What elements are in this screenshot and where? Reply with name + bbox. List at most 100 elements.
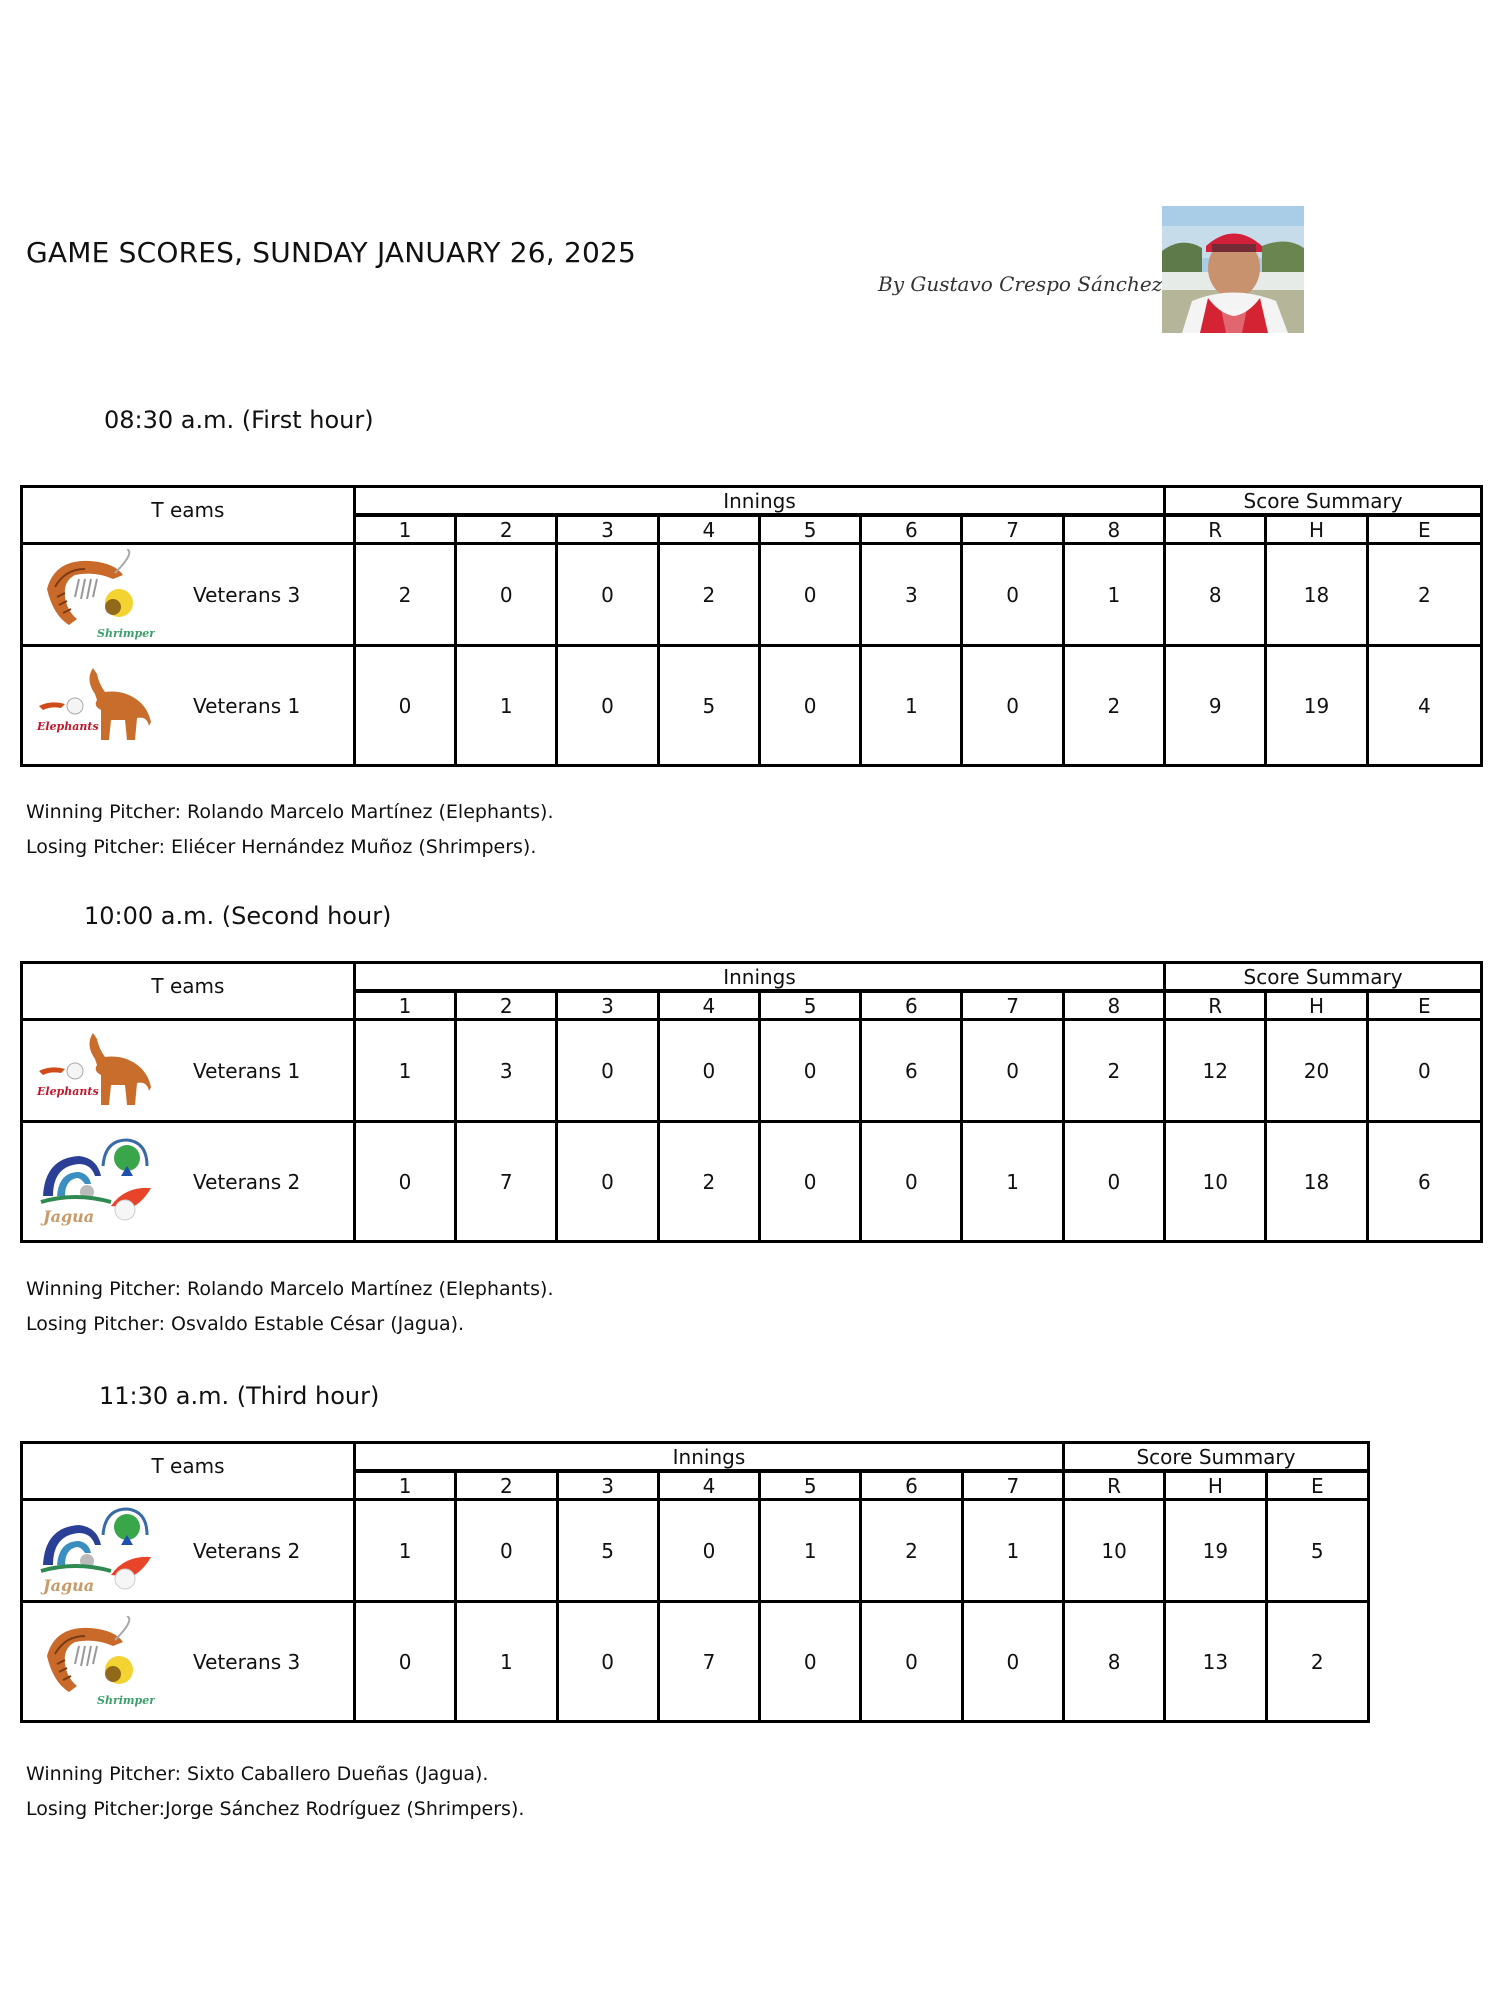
inning-score: 2 [1061, 644, 1167, 767]
winning-pitcher: Winning Pitcher: Sixto Caballero Dueñas … [26, 1763, 489, 1785]
inning-score: 0 [859, 1600, 964, 1723]
inning-score: 0 [555, 1018, 660, 1123]
errors-total: 2 [1264, 1600, 1371, 1723]
table-row: Shrimpers Veterans 3 0 1 0 7 0 0 0 8 13 … [20, 1600, 1371, 1723]
inning-score: 0 [454, 542, 559, 647]
inning-header: 3 [555, 1469, 660, 1501]
inning-score: 1 [1061, 542, 1167, 647]
teams-header: T eams [20, 485, 356, 545]
inning-score: 0 [352, 644, 458, 767]
inning-header: 4 [656, 989, 761, 1021]
innings-header: Innings [352, 961, 1167, 993]
inning-score: 0 [757, 644, 863, 767]
errors-total: 6 [1365, 1120, 1484, 1243]
inning-header: 4 [656, 513, 761, 545]
inning-header: 1 [352, 989, 458, 1021]
inning-score: 2 [352, 542, 458, 647]
team-name: Veterans 3 [193, 1649, 301, 1674]
score-summary-header: Score Summary [1163, 485, 1483, 517]
jagua-logo-icon: Jagua [40, 1506, 151, 1595]
runs-total: 12 [1163, 1018, 1268, 1123]
inning-score: 0 [758, 1600, 863, 1723]
game-time-heading: 08:30 a.m. (First hour) [104, 406, 374, 434]
inning-header: 7 [960, 989, 1065, 1021]
inning-score: 0 [1061, 1120, 1167, 1243]
inning-score: 1 [758, 1498, 863, 1603]
inning-score: 2 [1061, 1018, 1167, 1123]
losing-pitcher: Losing Pitcher: Eliécer Hernández Muñoz … [26, 836, 537, 858]
inning-header: 8 [1061, 513, 1167, 545]
inning-score: 6 [859, 1018, 964, 1123]
inning-score: 0 [352, 1120, 458, 1243]
inning-header: 5 [758, 1469, 863, 1501]
inning-score: 0 [960, 1018, 1065, 1123]
errors-total: 2 [1365, 542, 1484, 647]
inning-header: 2 [454, 1469, 559, 1501]
table-row: Shrimpers Veterans 3 2 0 0 2 0 3 0 1 8 1… [20, 542, 1484, 647]
runs-total: 10 [1061, 1498, 1167, 1603]
table-row: Jagua Veterans 2 1 0 5 0 1 2 1 10 19 5 [20, 1498, 1371, 1603]
inning-score: 2 [656, 542, 761, 647]
byline: By Gustavo Crespo Sánchez [878, 272, 1163, 296]
box-score-table: T eams Innings Score Summary 1 2 3 4 5 6… [20, 1441, 1371, 1723]
inning-header: 6 [859, 513, 964, 545]
team-cell: Shrimpers Veterans 3 [20, 542, 356, 647]
inning-score: 0 [757, 1120, 863, 1243]
score-summary-header: Score Summary [1163, 961, 1483, 993]
shrimpers-logo-icon: Shrimpers [47, 548, 155, 640]
inning-score: 0 [555, 644, 660, 767]
winning-pitcher: Winning Pitcher: Rolando Marcelo Martíne… [26, 1278, 554, 1300]
team-name: Veterans 1 [193, 693, 301, 718]
inning-header: 2 [454, 989, 559, 1021]
inning-score: 1 [454, 1600, 559, 1723]
inning-score: 7 [656, 1600, 762, 1723]
inning-header: 8 [1061, 989, 1167, 1021]
team-name: Veterans 1 [193, 1058, 301, 1083]
runs-total: 10 [1163, 1120, 1268, 1243]
runs-total: 8 [1061, 1600, 1167, 1723]
losing-pitcher: Losing Pitcher: Osvaldo Estable César (J… [26, 1313, 465, 1335]
hits-total: 18 [1264, 542, 1369, 647]
inning-score: 5 [656, 644, 761, 767]
inning-score: 1 [454, 644, 559, 767]
inning-header: 3 [555, 989, 660, 1021]
author-photo [1162, 206, 1304, 333]
team-name: Veterans 2 [193, 1169, 301, 1194]
box-score-table: T eams Innings Score Summary 1 2 3 4 5 6… [20, 485, 1484, 767]
errors-header: E [1365, 513, 1484, 545]
losing-pitcher: Losing Pitcher:Jorge Sánchez Rodríguez (… [26, 1798, 525, 1820]
inning-header: 5 [757, 989, 863, 1021]
innings-header: Innings [352, 1441, 1065, 1473]
inning-score: 0 [859, 1120, 964, 1243]
inning-header: 7 [960, 1469, 1065, 1501]
inning-header: 3 [555, 513, 660, 545]
logo-text: Jagua [40, 1207, 94, 1226]
inning-score: 2 [859, 1498, 964, 1603]
runs-header: R [1163, 513, 1268, 545]
runs-total: 9 [1163, 644, 1268, 767]
inning-score: 0 [757, 542, 863, 647]
inning-header: 7 [960, 513, 1065, 545]
team-cell: Shrimpers Veterans 3 [20, 1600, 356, 1723]
team-cell: Jagua Veterans 2 [20, 1120, 356, 1243]
inning-score: 1 [859, 644, 964, 767]
table-row: Elephants Veterans 1 0 1 0 5 0 1 0 2 9 1… [20, 644, 1484, 767]
inning-score: 3 [859, 542, 964, 647]
inning-score: 0 [960, 1600, 1065, 1723]
hits-total: 18 [1264, 1120, 1369, 1243]
inning-header: 1 [352, 513, 458, 545]
game-time-heading: 10:00 a.m. (Second hour) [84, 902, 392, 930]
logo-text: Shrimpers [97, 627, 155, 640]
score-summary-header: Score Summary [1061, 1441, 1371, 1473]
inning-header: 4 [656, 1469, 762, 1501]
inning-score: 0 [757, 1018, 863, 1123]
inning-header: 5 [757, 513, 863, 545]
inning-score: 0 [454, 1498, 559, 1603]
inning-score: 5 [555, 1498, 660, 1603]
inning-score: 0 [960, 542, 1065, 647]
team-cell: Elephants Veterans 1 [20, 644, 356, 767]
teams-header: T eams [20, 961, 356, 1021]
inning-score: 1 [960, 1120, 1065, 1243]
errors-header: E [1365, 989, 1484, 1021]
team-name: Veterans 3 [193, 582, 301, 607]
